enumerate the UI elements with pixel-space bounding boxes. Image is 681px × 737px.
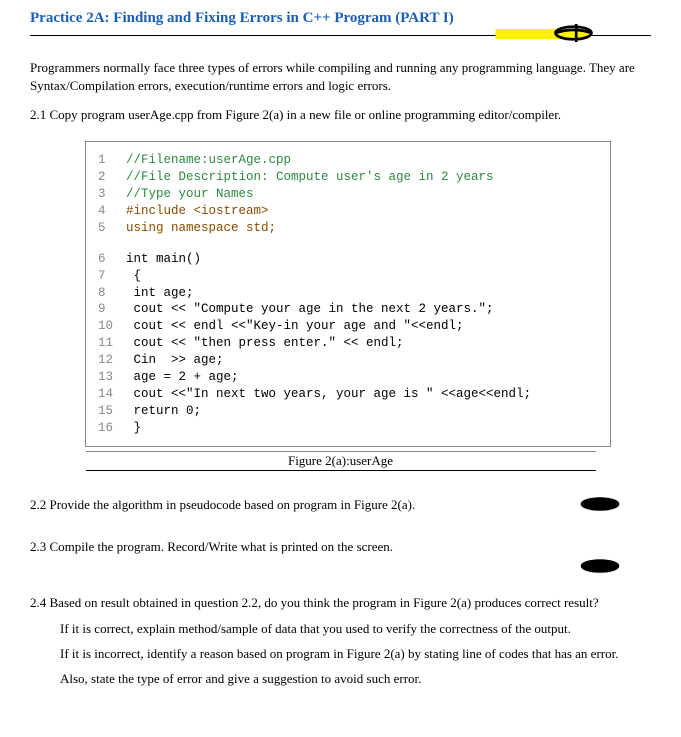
line-number: 7 bbox=[98, 268, 126, 285]
question-text: 2.4 Based on result obtained in question… bbox=[30, 595, 651, 611]
code-line: //Filename:userAge.cpp bbox=[126, 152, 291, 169]
line-number: 6 bbox=[98, 251, 126, 268]
figure-caption: Figure 2(a):userAge bbox=[86, 451, 596, 471]
code-line: //Type your Names bbox=[126, 186, 254, 203]
code-line: int main() bbox=[126, 251, 201, 268]
highlight-annotation bbox=[30, 29, 651, 39]
scribble-icon bbox=[579, 495, 621, 513]
code-line: Cin >> age; bbox=[126, 352, 224, 369]
question-2-1: 2.1 Copy program userAge.cpp from Figure… bbox=[30, 107, 651, 123]
code-line: cout << "Compute your age in the next 2 … bbox=[126, 301, 494, 318]
code-line: //File Description: Compute user's age i… bbox=[126, 169, 494, 186]
line-number: 1 bbox=[98, 152, 126, 169]
line-number: 13 bbox=[98, 369, 126, 386]
code-line: cout << endl <<"Key-in your age and "<<e… bbox=[126, 318, 464, 335]
code-line: { bbox=[126, 268, 141, 285]
code-line: age = 2 + age; bbox=[126, 369, 239, 386]
code-line: using namespace std; bbox=[126, 220, 276, 237]
line-number: 5 bbox=[98, 220, 126, 237]
question-2-2: 2.2 Provide the algorithm in pseudocode … bbox=[30, 497, 651, 513]
code-line: cout <<"In next two years, your age is "… bbox=[126, 386, 531, 403]
code-figure: 1//Filename:userAge.cpp 2//File Descript… bbox=[85, 141, 611, 447]
question-2-3: 2.3 Compile the program. Record/Write wh… bbox=[30, 539, 651, 555]
intro-paragraph: Programmers normally face three types of… bbox=[30, 59, 651, 95]
question-2-4: 2.4 Based on result obtained in question… bbox=[30, 595, 651, 691]
line-number: 4 bbox=[98, 203, 126, 220]
line-number: 9 bbox=[98, 301, 126, 318]
code-line: return 0; bbox=[126, 403, 201, 420]
question-text: 2.2 Provide the algorithm in pseudocode … bbox=[30, 497, 415, 512]
line-number: 11 bbox=[98, 335, 126, 352]
line-number: 12 bbox=[98, 352, 126, 369]
line-number: 8 bbox=[98, 285, 126, 302]
line-number: 14 bbox=[98, 386, 126, 403]
question-subline: Also, state the type of error and give a… bbox=[60, 667, 651, 692]
line-number: 15 bbox=[98, 403, 126, 420]
scribble-icon bbox=[579, 557, 621, 575]
code-line: #include <iostream> bbox=[126, 203, 269, 220]
question-subline: If it is incorrect, identify a reason ba… bbox=[60, 642, 651, 667]
code-line: cout << "then press enter." << endl; bbox=[126, 335, 404, 352]
line-number: 10 bbox=[98, 318, 126, 335]
figure-caption-row: Figure 2(a):userAge bbox=[30, 451, 651, 471]
scribble-icon bbox=[551, 22, 596, 44]
code-line: } bbox=[126, 420, 141, 437]
code-line: int age; bbox=[126, 285, 194, 302]
question-text: 2.3 Compile the program. Record/Write wh… bbox=[30, 539, 393, 554]
line-number: 2 bbox=[98, 169, 126, 186]
question-subline: If it is correct, explain method/sample … bbox=[60, 617, 651, 642]
line-number: 16 bbox=[98, 420, 126, 437]
line-number: 3 bbox=[98, 186, 126, 203]
